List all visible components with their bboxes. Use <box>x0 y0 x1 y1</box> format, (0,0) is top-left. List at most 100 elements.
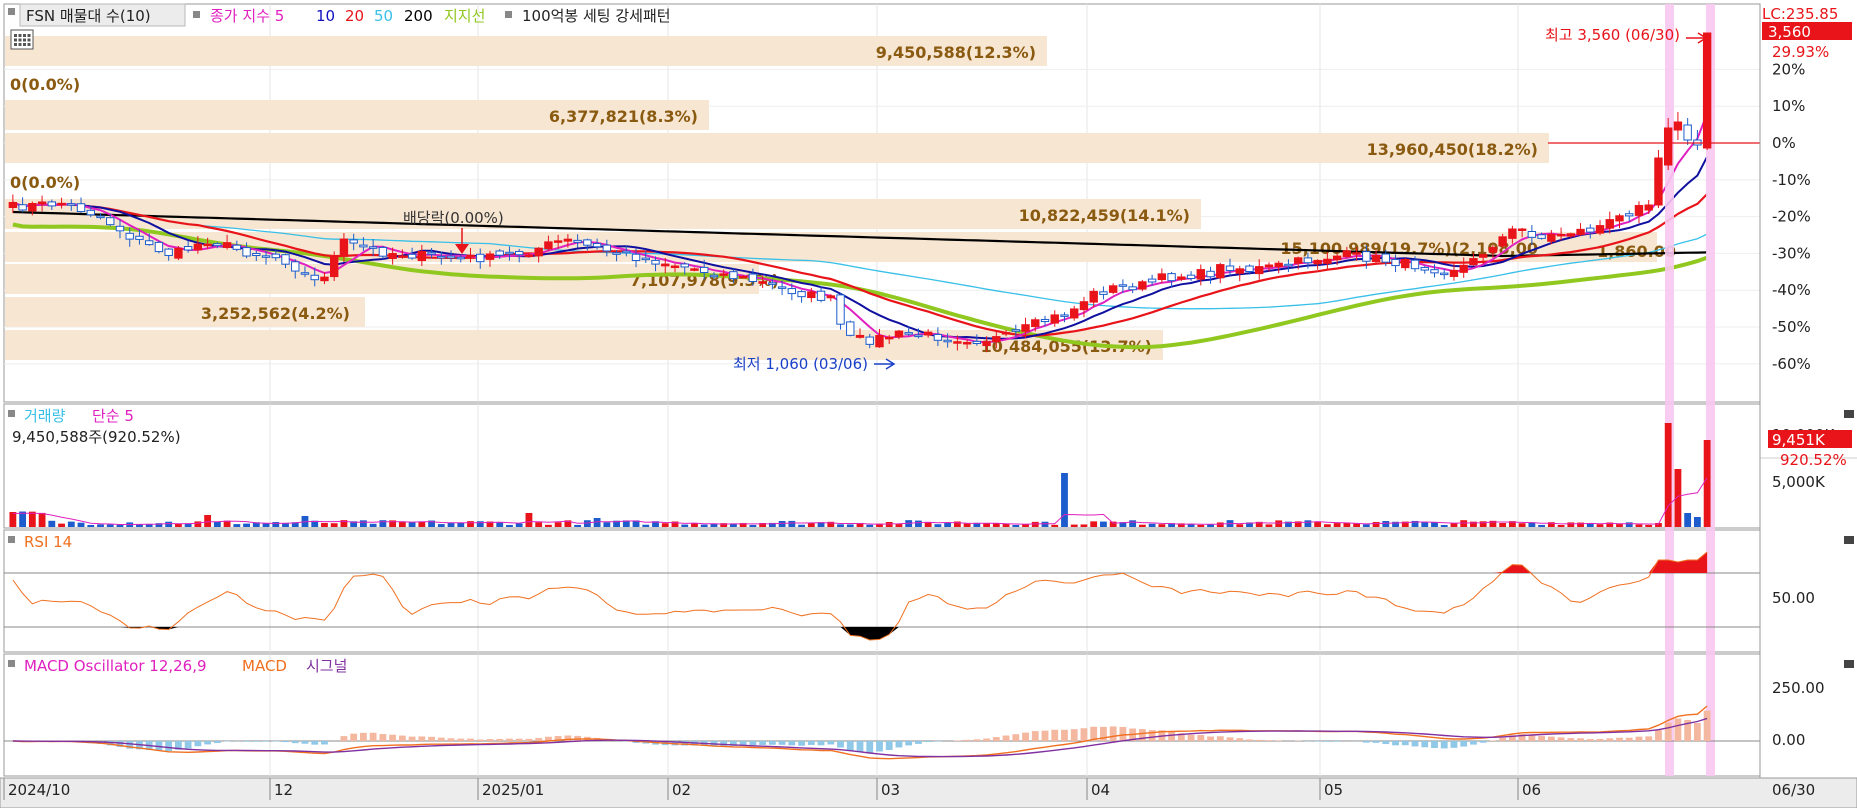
stock-chart-window: 9,450,588(12.3%)0(0.0%)6,377,821(8.3%)13… <box>0 0 1857 808</box>
macd-osc-bar <box>1451 741 1458 748</box>
candle <box>1119 285 1126 287</box>
candle <box>1002 333 1009 335</box>
menu-square-icon[interactable] <box>505 11 512 18</box>
volume-bar <box>107 525 114 527</box>
candle <box>1421 267 1428 270</box>
macd-osc-bar <box>1694 723 1701 741</box>
pattern-label: 100억봉 세팅 강세패턴 <box>522 7 671 25</box>
volume-bar <box>233 524 240 527</box>
menu-square-icon[interactable] <box>8 536 15 543</box>
candle <box>1645 205 1652 210</box>
candle <box>1100 292 1107 295</box>
volume-bar <box>448 523 455 527</box>
candle <box>1187 275 1194 278</box>
candle <box>175 248 182 258</box>
candle <box>1207 271 1214 276</box>
candle <box>652 260 659 264</box>
candle <box>233 245 240 249</box>
macd-osc-bar <box>798 741 805 746</box>
macd-osc-bar <box>1314 741 1321 742</box>
volume-profile-label: 6,377,821(8.3%) <box>549 107 698 126</box>
candle <box>253 253 260 255</box>
macd-axis-zero: 0.00 <box>1772 731 1805 749</box>
macd-osc-bar <box>341 736 348 741</box>
volume-profile-label: 9,450,588(12.3%) <box>876 43 1036 62</box>
high-annotation: 최고 3,560 (06/30) <box>1545 26 1680 44</box>
candle <box>1587 228 1594 232</box>
candle <box>603 245 610 251</box>
volume-bar <box>506 525 513 527</box>
macd-osc-bar <box>457 739 464 741</box>
candle <box>447 256 454 258</box>
candle <box>574 240 581 242</box>
macd-osc-bar <box>302 741 309 744</box>
macd-osc-bar <box>1022 733 1029 741</box>
macd-osc-bar <box>1227 737 1234 741</box>
menu-square-icon[interactable] <box>193 11 200 18</box>
candle <box>759 282 766 284</box>
macd-osc-bar <box>857 741 864 752</box>
macd-osc-bar <box>1081 728 1088 741</box>
candle <box>1217 265 1224 278</box>
volume-bar <box>457 523 464 527</box>
volume-bar <box>642 525 649 527</box>
macd-osc-bar <box>1168 732 1175 741</box>
calendar-icon[interactable] <box>11 30 33 49</box>
volume-bar <box>1451 523 1458 527</box>
macd-osc-bar <box>1431 741 1438 748</box>
macd-osc-bar <box>983 739 990 741</box>
y-axis-label: 0% <box>1772 134 1796 152</box>
macd-osc-bar <box>535 738 542 741</box>
volume-bar <box>1499 523 1506 527</box>
macd-osc-bar <box>253 741 260 742</box>
macd-osc-bar <box>866 741 873 753</box>
macd-osc-bar <box>934 741 941 742</box>
volume-bar <box>1645 525 1652 527</box>
macd-osc-bar <box>1061 730 1068 741</box>
candle <box>399 256 406 258</box>
candle <box>1061 315 1068 317</box>
macd-osc-bar <box>769 741 776 745</box>
candle <box>1402 259 1409 267</box>
macd-osc-bar <box>1567 738 1574 741</box>
panel-close-icon[interactable] <box>1844 410 1854 418</box>
candle <box>730 272 737 279</box>
candle <box>944 340 951 342</box>
candle <box>1363 252 1370 262</box>
volume-bar <box>360 520 367 527</box>
menu-square-icon[interactable] <box>8 8 15 15</box>
macd-osc-bar <box>818 741 825 745</box>
menu-square-icon[interactable] <box>8 660 15 667</box>
macd-osc-bar <box>1470 741 1477 745</box>
candle <box>1080 302 1087 310</box>
chart-canvas[interactable]: 9,450,588(12.3%)0(0.0%)6,377,821(8.3%)13… <box>0 0 1857 808</box>
candle <box>165 249 172 255</box>
candle <box>1626 214 1633 216</box>
candle <box>1499 237 1506 246</box>
macd-osc-bar <box>399 736 406 741</box>
volume-info: 9,450,588주(920.52%) <box>12 428 181 446</box>
volume-bar <box>1684 513 1691 527</box>
candle <box>905 333 912 335</box>
x-axis-label: 12 <box>274 781 293 799</box>
panel-close-icon[interactable] <box>1844 660 1854 668</box>
candle <box>1606 220 1613 229</box>
candle <box>1411 260 1418 269</box>
volume-bar <box>78 523 85 527</box>
macd-osc-bar <box>204 741 211 744</box>
candle <box>1703 33 1710 148</box>
menu-square-icon[interactable] <box>8 410 15 417</box>
panel-close-icon[interactable] <box>1844 536 1854 544</box>
macd-osc-bar <box>993 737 1000 741</box>
candle <box>136 236 143 239</box>
volume-bar <box>204 515 211 527</box>
volume-bar <box>58 524 65 527</box>
candle <box>1226 266 1233 270</box>
candle <box>837 295 844 324</box>
candle <box>564 239 571 241</box>
candle <box>1343 251 1350 257</box>
volume-bar <box>370 524 377 527</box>
volume-bar <box>1421 522 1428 527</box>
volume-bar <box>194 521 201 527</box>
macd-osc-bar <box>847 741 854 750</box>
